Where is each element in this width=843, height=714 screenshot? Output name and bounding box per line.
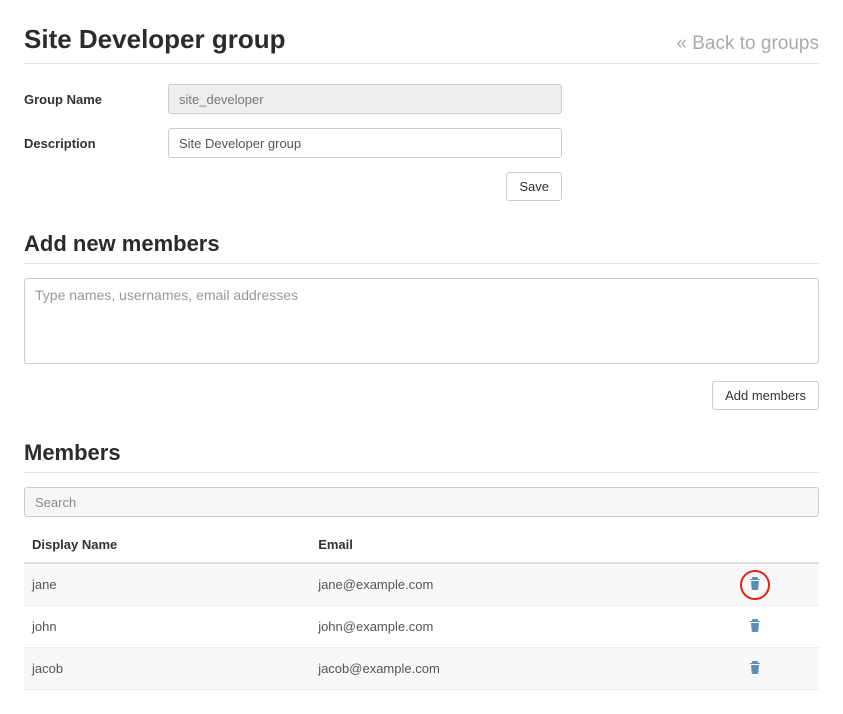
trash-icon[interactable]: [748, 660, 762, 674]
column-header-display-name: Display Name: [24, 527, 310, 563]
description-label: Description: [24, 136, 168, 151]
trash-icon[interactable]: [748, 576, 762, 590]
add-members-input[interactable]: [24, 278, 819, 364]
member-actions-cell: [692, 563, 819, 606]
member-actions-cell: [692, 606, 819, 648]
members-search-input[interactable]: [24, 487, 819, 517]
page-title: Site Developer group: [24, 24, 286, 55]
column-header-email: Email: [310, 527, 692, 563]
add-members-button[interactable]: Add members: [712, 381, 819, 410]
description-input[interactable]: [168, 128, 562, 158]
member-display-name: jacob: [24, 648, 310, 690]
members-table: Display Name Email janejane@example.comj…: [24, 527, 819, 690]
column-header-actions: [692, 527, 819, 563]
table-row: jacobjacob@example.com: [24, 648, 819, 690]
trash-icon[interactable]: [748, 618, 762, 632]
table-row: janejane@example.com: [24, 563, 819, 606]
members-section-title: Members: [24, 440, 819, 473]
save-button[interactable]: Save: [506, 172, 562, 201]
member-actions-cell: [692, 648, 819, 690]
member-display-name: jane: [24, 563, 310, 606]
group-name-label: Group Name: [24, 92, 168, 107]
back-to-groups-link[interactable]: « Back to groups: [676, 33, 819, 55]
table-row: johnjohn@example.com: [24, 606, 819, 648]
member-email: john@example.com: [310, 606, 692, 648]
member-display-name: john: [24, 606, 310, 648]
member-email: jane@example.com: [310, 563, 692, 606]
group-name-input: [168, 84, 562, 114]
add-members-section-title: Add new members: [24, 231, 819, 264]
member-email: jacob@example.com: [310, 648, 692, 690]
